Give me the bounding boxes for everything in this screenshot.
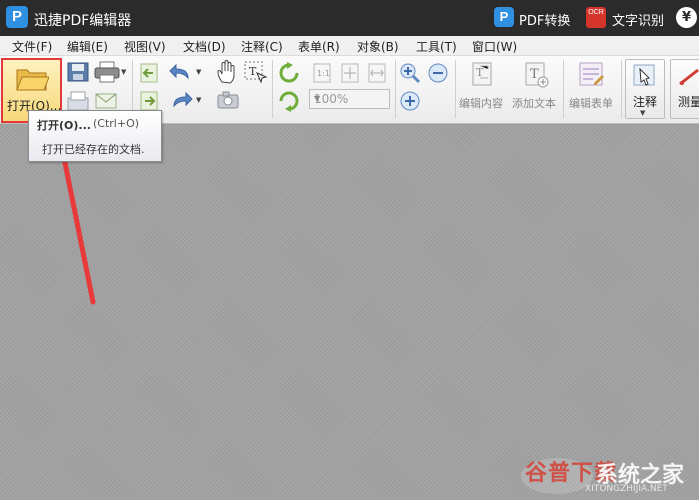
ocr-button[interactable]: 文字识别 — [612, 10, 664, 29]
app-title: 迅捷PDF编辑器 — [34, 13, 132, 29]
undo-icon[interactable] — [168, 62, 194, 84]
menu-view[interactable]: 视图(V) — [124, 38, 166, 55]
tooltip-shortcut: (Ctrl+O) — [93, 117, 140, 130]
next-page-icon[interactable] — [138, 90, 160, 112]
edit-form-icon[interactable] — [578, 61, 606, 89]
tooltip-description: 打开已经存在的文档. — [42, 143, 145, 156]
toolbar-separator — [563, 60, 564, 118]
ocr-icon[interactable]: OCR — [586, 7, 606, 28]
actual-size-icon[interactable]: 1:1 — [312, 62, 332, 84]
scan-icon[interactable] — [66, 90, 90, 112]
annotate-dropdown-arrow-icon[interactable]: ▼ — [640, 109, 645, 117]
fit-page-icon[interactable] — [340, 62, 360, 84]
edit-content-icon[interactable]: T — [471, 61, 497, 89]
svg-text:T: T — [476, 66, 484, 79]
menu-edit[interactable]: 编辑(E) — [67, 38, 108, 55]
fit-width-icon[interactable] — [367, 62, 387, 84]
select-text-icon[interactable]: T — [244, 61, 268, 85]
annotate-label: 注释 — [633, 95, 658, 109]
hand-tool-icon[interactable] — [216, 60, 238, 84]
app-logo-icon: P — [6, 6, 28, 28]
email-icon[interactable] — [94, 90, 118, 112]
menu-object[interactable]: 对象(B) — [357, 38, 399, 55]
undo-dropdown-arrow-icon[interactable]: ▼ — [196, 68, 201, 76]
svg-text:T: T — [249, 65, 257, 78]
folder-open-icon — [16, 69, 49, 91]
measure-icon — [679, 68, 699, 86]
yen-icon[interactable]: ¥ — [676, 7, 697, 28]
toolbar-separator — [395, 60, 396, 118]
print-dropdown-arrow-icon[interactable]: ▼ — [121, 68, 126, 76]
document-workspace — [0, 125, 699, 500]
rotate-clockwise-icon[interactable] — [278, 62, 300, 84]
edit-content-button[interactable]: 编辑内容 — [459, 95, 503, 111]
menu-window[interactable]: 窗口(W) — [472, 38, 517, 55]
toolbar-separator — [621, 60, 622, 118]
zoom-plus-icon[interactable] — [399, 90, 421, 112]
menu-bar: 文件(F) 编辑(E) 视图(V) 文档(D) 注释(C) 表单(R) 对象(B… — [0, 36, 699, 56]
previous-page-icon[interactable] — [138, 62, 160, 84]
menu-comment[interactable]: 注释(C) — [241, 38, 283, 55]
zoom-select[interactable]: 100% ▼ — [309, 89, 390, 109]
pdf-convert-icon[interactable]: P — [494, 7, 514, 27]
svg-text:1:1: 1:1 — [317, 69, 330, 78]
pdf-convert-button[interactable]: PDF转换 — [519, 10, 570, 29]
print-icon[interactable] — [94, 61, 120, 83]
redo-icon[interactable] — [168, 90, 194, 112]
save-icon[interactable] — [66, 61, 90, 83]
toolbar-separator — [272, 60, 273, 118]
annotate-icon — [633, 64, 655, 86]
menu-document[interactable]: 文档(D) — [183, 38, 226, 55]
snapshot-icon[interactable] — [216, 90, 240, 110]
zoom-in-icon[interactable] — [399, 62, 421, 84]
watermark-subtext: XITONGZHIJIA.NET — [585, 484, 668, 494]
svg-text:T: T — [530, 67, 539, 82]
open-tooltip: 打开(O)... (Ctrl+O) 打开已经存在的文档. — [28, 110, 162, 162]
menu-form[interactable]: 表单(R) — [298, 38, 340, 55]
tooltip-title: 打开(O)... — [37, 119, 91, 132]
zoom-dropdown-arrow-icon[interactable]: ▼ — [314, 94, 386, 103]
edit-form-button[interactable]: 编辑表单 — [569, 95, 613, 111]
add-text-icon[interactable]: T — [524, 61, 550, 89]
menu-tools[interactable]: 工具(T) — [416, 38, 457, 55]
redo-dropdown-arrow-icon[interactable]: ▼ — [196, 96, 201, 104]
menu-file[interactable]: 文件(F) — [12, 38, 52, 55]
zoom-out-icon[interactable] — [427, 62, 449, 84]
toolbar-separator — [455, 60, 456, 118]
rotate-counterclockwise-icon[interactable] — [278, 90, 300, 112]
measure-label: 测量 — [678, 95, 699, 109]
title-bar: P 迅捷PDF编辑器 P PDF转换 OCR 文字识别 ¥ — [0, 0, 699, 36]
add-text-button[interactable]: 添加文本 — [512, 95, 556, 111]
